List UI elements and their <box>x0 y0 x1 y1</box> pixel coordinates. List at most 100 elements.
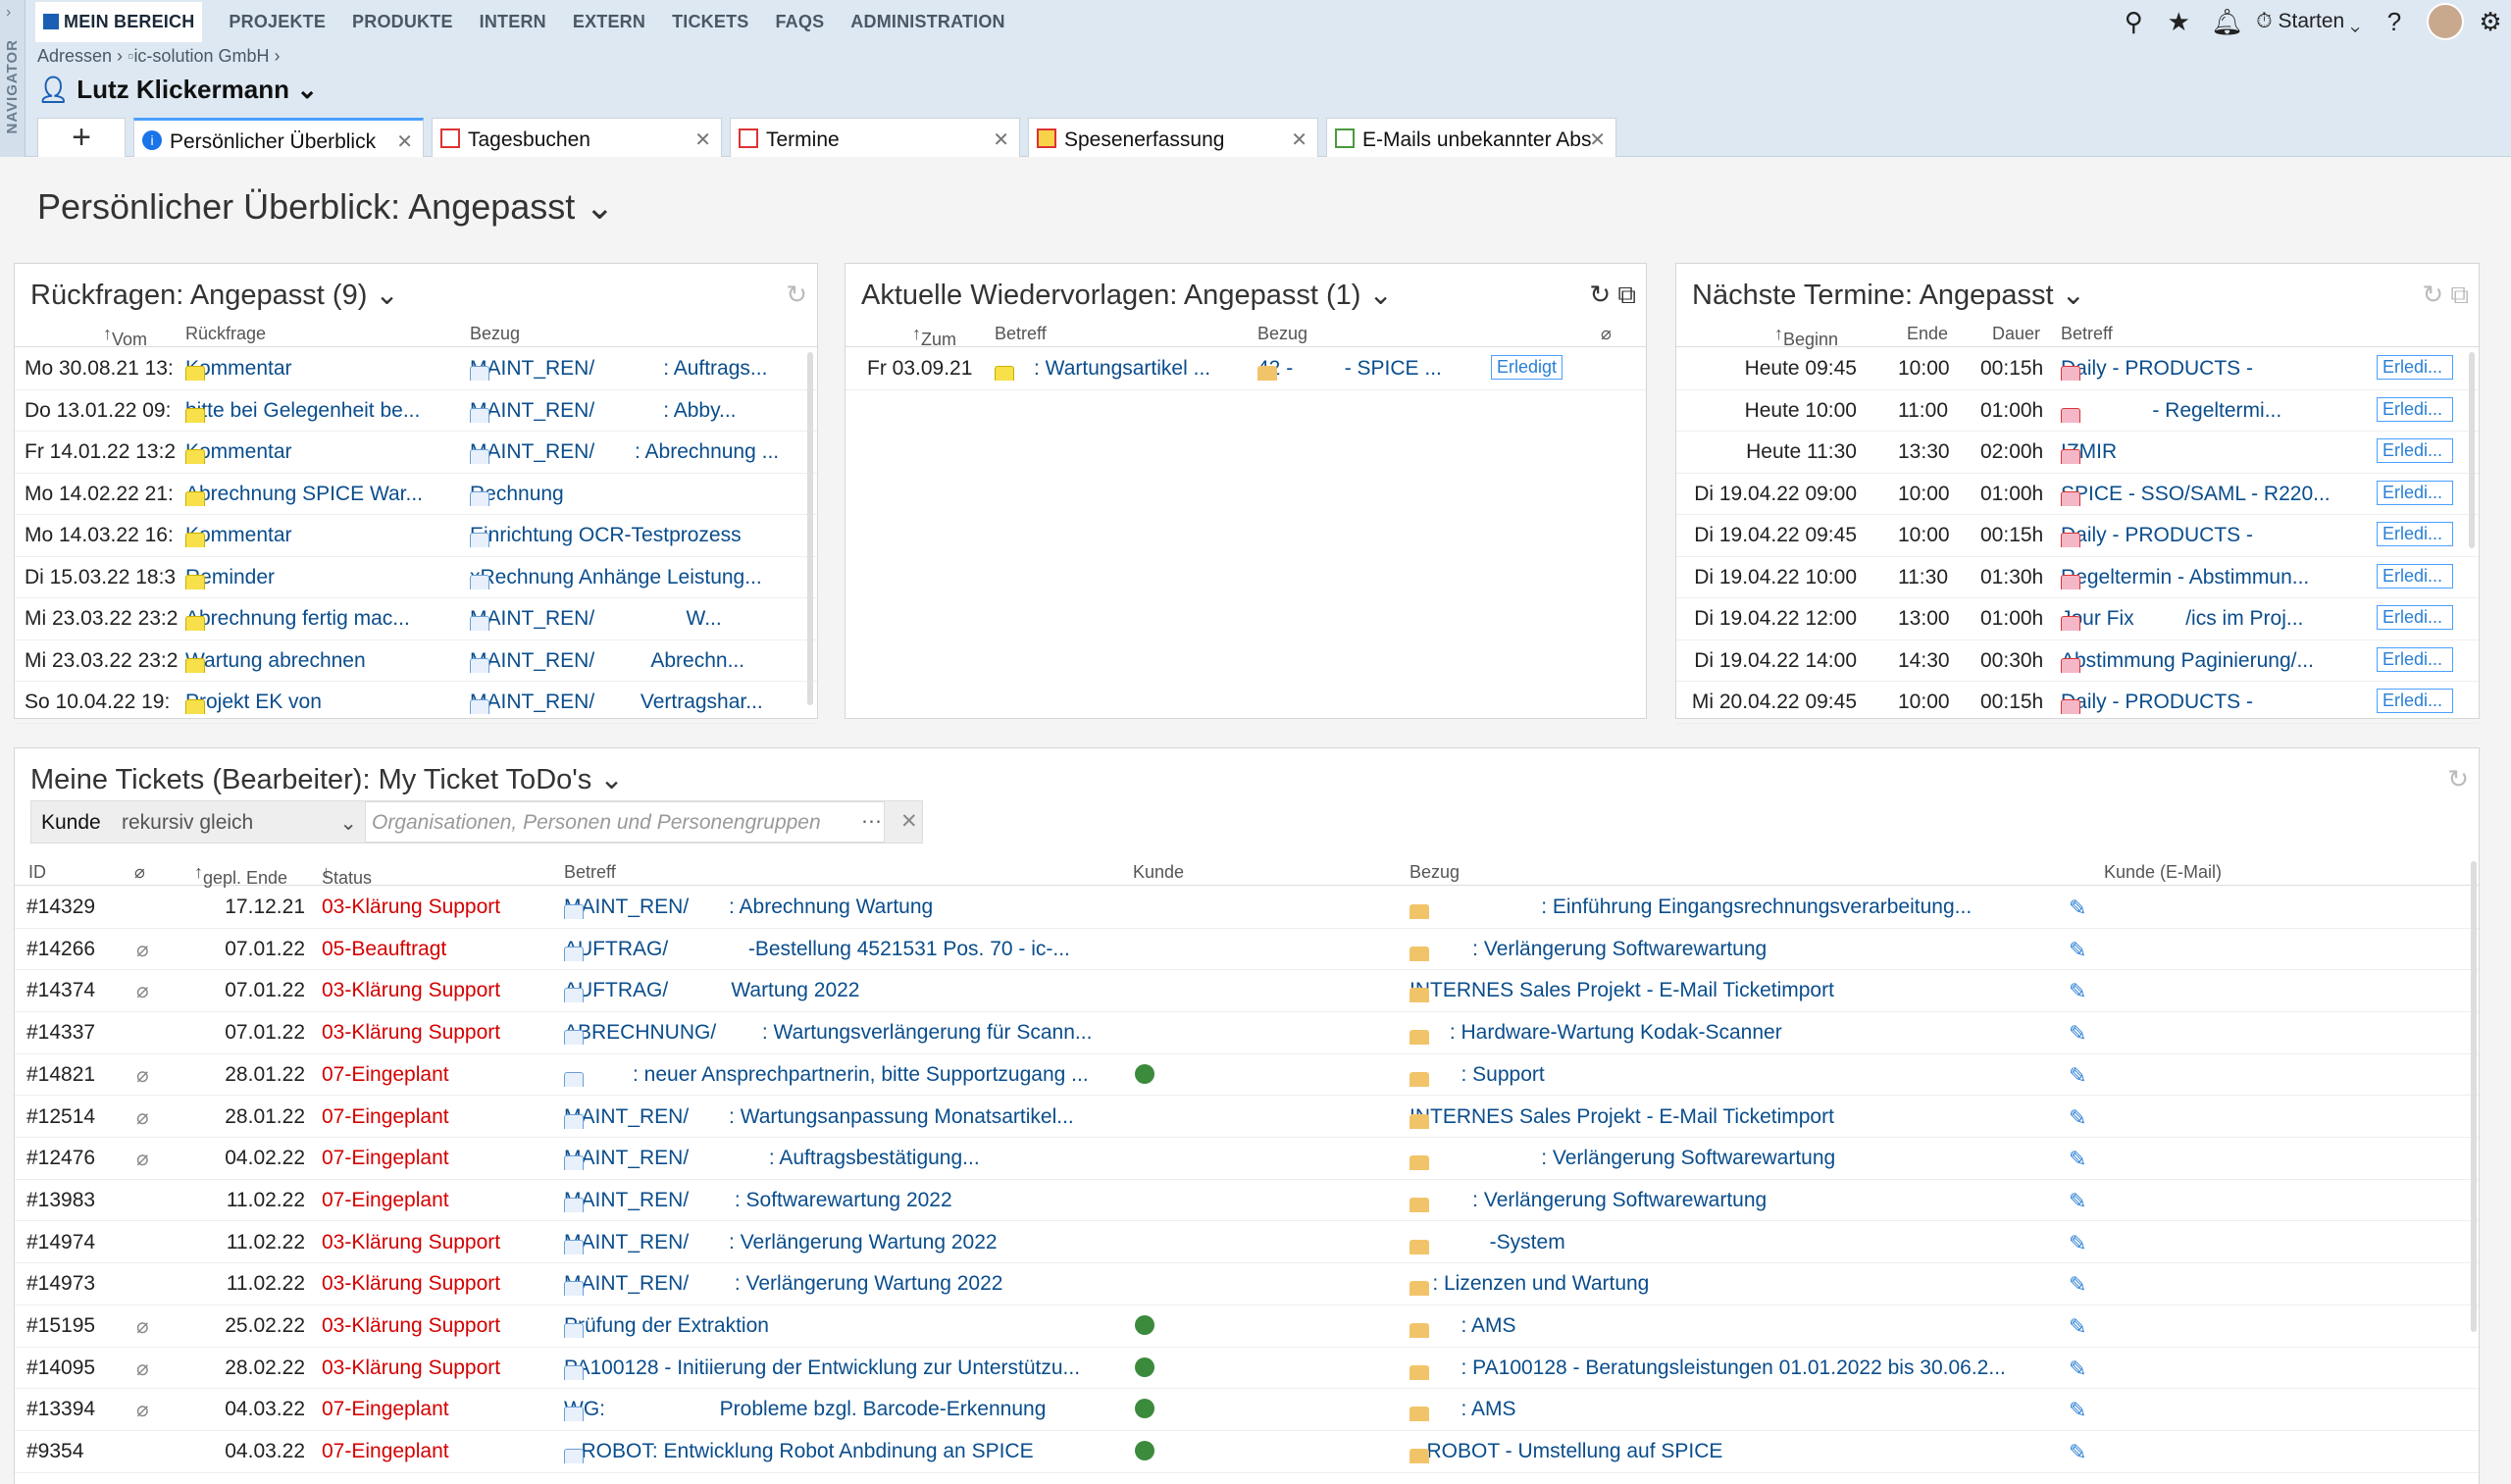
col-bezug[interactable]: Bezug <box>1409 862 1460 883</box>
table-row[interactable]: #9354 04.03.22 07-Eingeplant ROBOT: Entwic… <box>15 1431 2479 1473</box>
cell-betreff[interactable]: MAINT_REN/ : Auftragsbestätigung... <box>564 1147 1128 1171</box>
external-link-icon[interactable]: ⧉ <box>1617 280 1636 309</box>
tab-tagesbuchen[interactable]: Tagesbuchen ✕ <box>432 118 722 157</box>
col-beginn[interactable]: ↑ Beginn <box>1774 324 1838 349</box>
cell-bezug[interactable]: MAINT_REN/ : Abrechnung ... <box>470 440 805 464</box>
table-row[interactable]: Fr 03.09.21: Wartungsartikel ... 42 - - S… <box>846 348 1646 390</box>
cell-bezug[interactable]: ROBOT - Umstellung auf SPICE <box>1409 1440 2076 1464</box>
paperclip-icon[interactable]: ⌀ <box>134 862 145 883</box>
cell-bezug[interactable]: 42 - - SPICE ... <box>1257 357 1473 381</box>
cell-betreff[interactable]: Abstimmung Paginierung/... <box>2061 649 2345 673</box>
table-row[interactable]: #12514 ⌀ 28.01.22 07-Eingeplant MAINT_REN/ :… <box>15 1097 2479 1138</box>
cell-betreff[interactable]: Daily - PRODUCTS - <box>2061 691 2345 714</box>
menu-item-faqs[interactable]: FAQS <box>775 12 824 32</box>
col-id[interactable]: ID <box>28 862 46 883</box>
gear-icon[interactable]: ⚙ <box>2478 9 2503 34</box>
cell-betreff[interactable]: PA100128 - Initiierung der Entwicklung z… <box>564 1356 1128 1380</box>
table-row[interactable]: #14266 ⌀ 07.01.22 05-Beauftragt AUFTRAG/ -Be… <box>15 929 2479 971</box>
erledigt-button[interactable]: Erledi... <box>2377 689 2453 713</box>
cell-betreff[interactable]: AUFTRAG/ -Bestellung 4521531 Pos. 70 - i… <box>564 938 1128 961</box>
edit-icon[interactable]: ✎ <box>2069 1398 2086 1423</box>
cell-rueckfrage[interactable]: Kommentar <box>185 524 460 547</box>
erledigt-button[interactable]: Erledigt <box>1491 355 1563 380</box>
edit-icon[interactable]: ✎ <box>2069 1272 2086 1298</box>
col-kunde[interactable]: Kunde <box>1133 862 1184 883</box>
edit-icon[interactable]: ✎ <box>2069 896 2086 921</box>
menu-item-intern[interactable]: INTERN <box>480 12 546 32</box>
table-row[interactable]: #14821 ⌀ 28.01.22 07-Eingeplant : neuer Ans… <box>15 1054 2479 1097</box>
refresh-icon[interactable]: ↻ <box>2422 280 2443 309</box>
edit-icon[interactable]: ✎ <box>2069 979 2086 1004</box>
cell-bezug[interactable]: : PA100128 - Beratungsleistungen 01.01.2… <box>1409 1356 2076 1380</box>
cell-bezug[interactable]: MAINT_REN/ : Abby... <box>470 399 805 423</box>
close-icon[interactable]: ✕ <box>1589 128 1606 152</box>
panel-title[interactable]: Rückfragen: Angepasst (9) ⌄ <box>30 278 399 312</box>
table-row[interactable]: Di 19.04.22 12:00 13:00 01:00h Jour Fix /ic… <box>1676 598 2479 640</box>
cell-bezug[interactable]: : AMS <box>1409 1398 2076 1422</box>
cell-betreff[interactable]: ROBOT: Entwicklung Robot Anbdinung an SP… <box>564 1440 1128 1464</box>
col-bezug[interactable]: Bezug <box>470 324 520 344</box>
breadcrumb-item[interactable]: ic-solution GmbH <box>133 46 269 66</box>
cell-betreff[interactable]: Jour Fix /ics im Proj... <box>2061 607 2345 631</box>
cell-bezug[interactable]: : Verlängerung Softwarewartung <box>1409 938 2076 961</box>
cell-betreff[interactable]: WG: Probleme bzgl. Barcode-Erkennung <box>564 1398 1128 1422</box>
scrollbar[interactable] <box>2471 861 2477 1332</box>
table-row[interactable]: Di 19.04.22 14:00 14:30 00:30h Abstimmung P… <box>1676 640 2479 682</box>
cell-rueckfrage[interactable]: Abrechnung SPICE War... <box>185 483 460 506</box>
cell-bezug[interactable]: xRechnung Anhänge Leistung... <box>470 566 805 589</box>
edit-icon[interactable]: ✎ <box>2069 1147 2086 1172</box>
star-icon[interactable]: ★ <box>2166 9 2191 34</box>
table-row[interactable]: Mo 30.08.21 13: Kommentar MAINT_REN/ : Auf… <box>15 348 817 390</box>
bell-icon[interactable]: 🔔︎ <box>2211 9 2243 34</box>
cell-bezug[interactable]: Einrichtung OCR-Testprozess <box>470 524 805 547</box>
erledigt-button[interactable]: Erledi... <box>2377 563 2453 588</box>
cell-bezug[interactable]: -System <box>1409 1231 2076 1254</box>
navigator-strip[interactable]: › NAVIGATOR <box>0 0 26 157</box>
erledigt-button[interactable]: Erledi... <box>2377 438 2453 463</box>
menu-item-produkte[interactable]: PRODUKTE <box>352 12 453 32</box>
cell-betreff[interactable]: - Regeltermi... <box>2061 399 2345 423</box>
col-status[interactable]: Status ↓ <box>322 862 372 888</box>
cell-betreff[interactable]: MAINT_REN/ : Wartungsanpassung Monatsart… <box>564 1105 1128 1129</box>
cell-bezug[interactable]: : Verlängerung Softwarewartung <box>1409 1189 2076 1212</box>
cell-bezug[interactable]: Rechnung <box>470 483 805 506</box>
table-row[interactable]: #15195 ⌀ 25.02.22 03-Klärung Support Prüfung… <box>15 1305 2479 1348</box>
cell-bezug[interactable]: : Lizenzen und Wartung <box>1409 1272 2076 1297</box>
tab-persoenlicher-ueberblick[interactable]: i Persönlicher Überblick ✕ <box>133 118 424 157</box>
table-row[interactable]: #13983 11.02.22 07-Eingeplant MAINT_REN/ : … <box>15 1180 2479 1222</box>
cell-betreff[interactable]: : Wartungsartikel ... <box>995 357 1250 381</box>
cell-betreff[interactable]: MAINT_REN/ : Abrechnung Wartung <box>564 896 1128 919</box>
cell-betreff[interactable]: MAINT_REN/ : Verlängerung Wartung 2022 <box>564 1272 1128 1297</box>
menu-item-tickets[interactable]: TICKETS <box>672 12 748 32</box>
close-icon[interactable]: ✕ <box>1291 128 1307 152</box>
cell-bezug[interactable]: : AMS <box>1409 1314 2076 1338</box>
col-vom[interactable]: ↑ Vom <box>103 324 147 349</box>
table-row[interactable]: Di 15.03.22 18:3 Reminder xRechnung Anhäng… <box>15 557 817 598</box>
cell-rueckfrage[interactable]: Projekt EK von <box>185 691 460 714</box>
table-row[interactable]: Do 13.01.22 09: bitte bei Gelegenheit be.… <box>15 390 817 432</box>
starten-button[interactable]: ⏱ Starten ⌄ <box>2256 10 2360 33</box>
table-row[interactable]: Mi 23.03.22 23:2 Wartung abrechnen MAINT_R… <box>15 640 817 682</box>
help-icon[interactable]: ? <box>2382 9 2407 34</box>
table-row[interactable]: Di 19.04.22 09:00 10:00 01:00h SPICE - SSO/… <box>1676 474 2479 515</box>
cell-bezug[interactable]: INTERNES Sales Projekt - E-Mail Ticketim… <box>1409 1105 2076 1129</box>
cell-rueckfrage[interactable]: Kommentar <box>185 357 460 381</box>
table-row[interactable]: #14974 11.02.22 03-Klärung Support MAINT_RE… <box>15 1222 2479 1264</box>
col-zum[interactable]: ↑ Zum <box>912 324 956 349</box>
table-row[interactable]: #14329 17.12.21 03-Klärung Support MAINT_RE… <box>15 887 2479 929</box>
table-row[interactable]: #14374 ⌀ 07.01.22 03-Klärung Support AUFTRAG… <box>15 970 2479 1012</box>
cell-bezug[interactable]: MAINT_REN/ Abrechn... <box>470 649 805 673</box>
edit-icon[interactable]: ✎ <box>2069 1105 2086 1131</box>
refresh-icon[interactable]: ↻ <box>786 280 807 309</box>
avatar[interactable] <box>2427 3 2464 40</box>
cell-rueckfrage[interactable]: Reminder <box>185 566 460 589</box>
col-gepl-ende[interactable]: ↑ gepl. Ende <box>194 862 287 888</box>
menu-item-extern[interactable]: EXTERN <box>573 12 645 32</box>
cell-bezug[interactable]: : Support <box>1409 1063 2076 1087</box>
col-dauer[interactable]: Dauer <box>1992 324 2040 344</box>
refresh-icon[interactable]: ↻ <box>1589 280 1611 309</box>
table-row[interactable]: Mo 14.03.22 16: Kommentar Einrichtung OCR-… <box>15 515 817 557</box>
tab-spesenerfassung[interactable]: Spesenerfassung ✕ <box>1028 118 1318 157</box>
menu-item-administration[interactable]: ADMINISTRATION <box>850 12 1004 32</box>
filter-operator-select[interactable]: rekursiv gleich ⌄ <box>122 811 357 835</box>
